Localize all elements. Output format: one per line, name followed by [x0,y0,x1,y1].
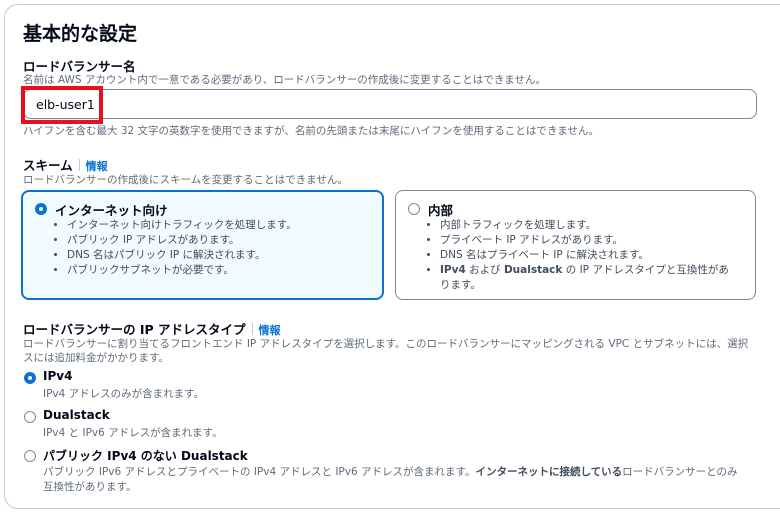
bullet-item: パブリックサブネットが必要です。 [67,263,297,278]
scheme-option-internal[interactable]: 内部 内部トラフィックを処理します。 プライベート IP アドレスがあります。 … [395,190,756,300]
radio-internet-facing[interactable] [35,203,47,215]
ip-type-description-line1: ロードバランサーに割り当てるフロントエンド IP アドレスタイプを選択します。こ… [23,338,749,350]
bullet-item: プライベート IP アドレスがあります。 [440,233,740,248]
scheme-option-bullets: インターネット向けトラフィックを処理します。 パブリック IP アドレスがありま… [47,218,297,278]
scheme-option-internet-facing[interactable]: インターネット向け インターネット向けトラフィックを処理します。 パブリック I… [21,190,384,300]
ip-option-dualstack-no-public-description: パブリック IPv6 アドレスとプライベートの IPv4 アドレスと IPv6 … [43,466,738,478]
basic-settings-panel: 基本的な設定 ロードバランサー名 名前は AWS アカウント内で一意である必要が… [4,4,780,509]
scheme-description: ロードバランサーの作成後にスキームを変更することはできません。 [23,174,348,186]
bullet-item: DNS 名はプライベート IP に解決されます。 [440,248,740,263]
ip-option-ipv4-label[interactable]: IPv4 [43,369,72,383]
lb-name-input[interactable] [23,89,757,119]
lb-name-constraint: ハイフンを含む最大 32 文字の英数字を使用できますが、名前の先頭または末尾にハ… [23,125,600,137]
bullet-item: パブリック IP アドレスがあります。 [67,233,297,248]
scheme-option-bullets: 内部トラフィックを処理します。 プライベート IP アドレスがあります。 DNS… [420,218,740,293]
ip-option-dualstack-description: IPv4 と IPv6 アドレスが含まれます。 [43,427,223,439]
separator [78,159,80,171]
section-title: 基本的な設定 [23,23,138,45]
ip-option-ipv4-description: IPv4 アドレスのみが含まれます。 [43,388,205,400]
ip-type-description-line2: スには追加料金がかかります。 [23,352,169,364]
radio-dualstack[interactable] [24,411,36,423]
bullet-item: 内部トラフィックを処理します。 [440,218,740,233]
scheme-label: スキーム [23,158,73,173]
lb-name-description: 名前は AWS アカウント内で一意である必要があり、ロードバランサーの作成後に変… [23,74,546,86]
bullet-item: インターネット向けトラフィックを処理します。 [67,218,297,233]
scheme-option-title: インターネット向け [55,203,168,218]
bullet-item: DNS 名はパブリック IP に解決されます。 [67,248,297,263]
bullet-item-compat: IPv4 および Dualstack の IP アドレスタイプと互換性があります… [440,263,740,293]
ip-type-label: ロードバランサーの IP アドレスタイプ [23,322,246,337]
ip-option-dualstack-label[interactable]: Dualstack [43,408,110,422]
scheme-option-title: 内部 [428,203,454,218]
radio-ipv4[interactable] [24,372,36,384]
ip-option-dualstack-no-public-label[interactable]: パブリック IPv4 のない Dualstack [43,447,248,464]
separator [251,323,253,335]
radio-dualstack-no-public-ipv4[interactable] [24,450,36,462]
radio-internal[interactable] [408,203,420,215]
ip-option-dualstack-no-public-description-line2: 互換性があります。 [43,481,137,493]
